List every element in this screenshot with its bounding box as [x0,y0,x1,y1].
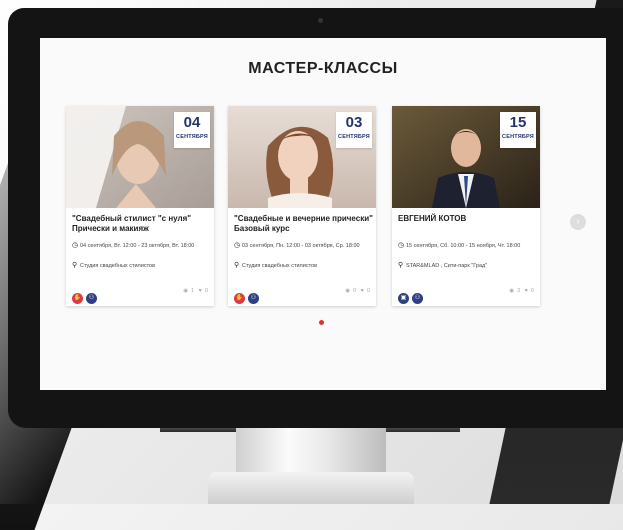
card-badges: ✋ ⚇ [234,286,262,304]
card-schedule-text: 04 сентября, Вт. 12:00 - 23 октября, Вт.… [80,243,195,249]
views-count: 1 [191,288,195,294]
likes-count: 0 [366,288,370,294]
pagination-dot[interactable] [319,320,324,325]
map-pin-icon: ⚲ [398,262,404,269]
briefcase-icon[interactable]: ▣ [398,293,409,304]
clock-icon: ◷ [72,242,79,249]
views-count: 3 [517,288,521,294]
card-badges: ▣ ⚇ [398,286,426,304]
hand-icon[interactable]: ✋ [72,293,83,304]
date-month: СЕНТЯБРЯ [502,134,534,140]
monitor-screen: МАСТЕР-КЛАССЫ 04 СЕНТЯБРЯ "Свадебный сти… [40,38,606,390]
date-day: 04 [183,114,201,131]
likes-count: 0 [530,288,534,294]
monitor-stand-neck [236,428,386,478]
card-location: ⚲ Студия свадебных стилистов [72,262,212,270]
chevron-right-icon[interactable]: › [570,214,586,230]
eye-icon: ◉ [183,288,189,294]
views-count: 0 [353,288,357,294]
card-location-text: Студия свадебных стилистов [242,263,318,269]
date-day: 03 [345,114,363,131]
card-title[interactable]: "Свадебные и вечерние прически" Базовый … [234,214,374,234]
hand-icon[interactable]: ✋ [234,293,245,304]
card-schedule: ◷ 15 сентября, Сб. 10:00 - 15 ноября, Чт.… [398,242,538,250]
date-month: СЕНТЯБРЯ [338,134,370,140]
masterclass-card[interactable]: 03 СЕНТЯБРЯ "Свадебные и вечерние причес… [228,106,376,306]
date-badge: 15 СЕНТЯБРЯ [500,112,536,148]
date-day: 15 [509,114,527,131]
map-pin-icon: ⚲ [72,262,78,269]
clock-icon: ◷ [234,242,241,249]
date-badge: 04 СЕНТЯБРЯ [174,112,210,148]
section-title: МАСТЕР-КЛАССЫ [248,60,398,77]
heart-icon: ♥ [360,288,364,294]
users-icon[interactable]: ⚇ [412,293,423,304]
card-stats: ◉ 3 ♥ 0 [506,288,534,294]
eye-icon: ◉ [345,288,351,294]
users-icon[interactable]: ⚇ [248,293,259,304]
card-location-text: Студия свадебных стилистов [80,263,156,269]
heart-icon: ♥ [198,288,202,294]
card-stats: ◉ 0 ♥ 0 [342,288,370,294]
card-title[interactable]: ЕВГЕНИЙ КОТОВ [398,214,538,224]
card-schedule-text: 15 сентября, Сб. 10:00 - 15 ноября, Чт. … [406,243,521,249]
map-pin-icon: ⚲ [234,262,240,269]
monitor-stand-base [208,472,414,504]
card-schedule: ◷ 03 сентября, Пн. 12:00 - 03 октября, Ср… [234,242,374,250]
card-stats: ◉ 1 ♥ 0 [180,288,208,294]
users-icon[interactable]: ⚇ [86,293,97,304]
card-location: ⚲ STAR&MLAD , Сити-парк "Град" [398,262,538,270]
card-badges: ✋ ⚇ [72,286,100,304]
heart-icon: ♥ [524,288,528,294]
card-location-text: STAR&MLAD , Сити-парк "Град" [406,263,488,269]
card-schedule: ◷ 04 сентября, Вт. 12:00 - 23 октября, Вт… [72,242,212,250]
date-month: СЕНТЯБРЯ [176,134,208,140]
card-schedule-text: 03 сентября, Пн. 12:00 - 03 октября, Ср.… [242,243,360,249]
masterclass-card[interactable]: 04 СЕНТЯБРЯ "Свадебный стилист "с нуля" … [66,106,214,306]
masterclass-card[interactable]: 15 СЕНТЯБРЯ ЕВГЕНИЙ КОТОВ ◷ 15 сентября, … [392,106,540,306]
date-badge: 03 СЕНТЯБРЯ [336,112,372,148]
card-title[interactable]: "Свадебный стилист "с нуля" Прически и м… [72,214,212,234]
clock-icon: ◷ [398,242,405,249]
likes-count: 0 [204,288,208,294]
camera-icon [318,18,323,23]
eye-icon: ◉ [509,288,515,294]
card-location: ⚲ Студия свадебных стилистов [234,262,374,270]
